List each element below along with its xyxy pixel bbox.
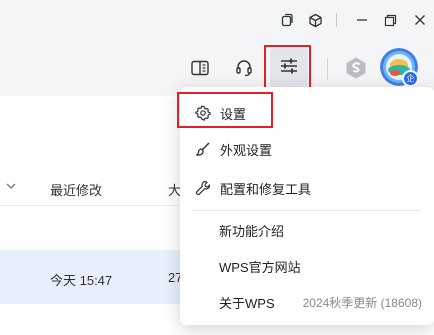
menu-item-about[interactable]: 关于WPS 2024秋季更新 (18608) <box>180 286 434 318</box>
tile-windows-icon[interactable] <box>272 8 301 32</box>
chevron-down-icon[interactable] <box>6 181 16 193</box>
menu-item-label: WPS官方网站 <box>219 259 301 275</box>
toolbar: 企 <box>0 48 434 88</box>
menu-item-label: 新功能介绍 <box>219 223 285 239</box>
window-controls <box>272 8 434 32</box>
settings-sliders-icon <box>279 57 299 80</box>
version-label: 2024秋季更新 (18608) <box>302 295 422 310</box>
settings-menu: 设置 外观设置 配置和修复工具 新功能介绍 WPS官方网站 关于WPS 2024… <box>180 87 434 325</box>
menu-item-label: 设置 <box>220 106 247 122</box>
enterprise-badge: 企 <box>402 70 419 87</box>
column-header-modified[interactable]: 最近修改 <box>50 180 102 199</box>
menu-item-settings[interactable]: 设置 <box>180 97 434 129</box>
minimize-icon[interactable] <box>347 8 376 32</box>
headset-icon[interactable] <box>226 48 262 88</box>
toolbar-divider <box>327 58 328 80</box>
window-controls-divider <box>336 13 337 27</box>
menu-item-repair-tools[interactable]: 配置和修复工具 <box>180 172 434 204</box>
gear-icon <box>193 103 213 123</box>
menu-item-appearance[interactable]: 外观设置 <box>180 133 434 165</box>
wrench-icon <box>193 178 213 198</box>
settings-sliders-button[interactable] <box>270 48 308 88</box>
menu-item-label: 关于WPS <box>219 295 275 311</box>
menu-item-whats-new[interactable]: 新功能介绍 <box>180 214 434 246</box>
restore-icon[interactable] <box>376 8 405 32</box>
cube-icon[interactable] <box>301 8 330 32</box>
wps-logo-icon[interactable] <box>338 48 374 88</box>
brush-icon <box>193 139 213 159</box>
close-icon[interactable] <box>405 8 434 32</box>
menu-item-label: 配置和修复工具 <box>220 181 312 197</box>
reading-mode-icon[interactable] <box>182 48 218 88</box>
menu-divider <box>192 210 420 211</box>
row-modified-time: 今天 15:47 <box>50 273 113 288</box>
menu-item-website[interactable]: WPS官方网站 <box>180 250 434 282</box>
menu-item-label: 外观设置 <box>220 142 273 158</box>
